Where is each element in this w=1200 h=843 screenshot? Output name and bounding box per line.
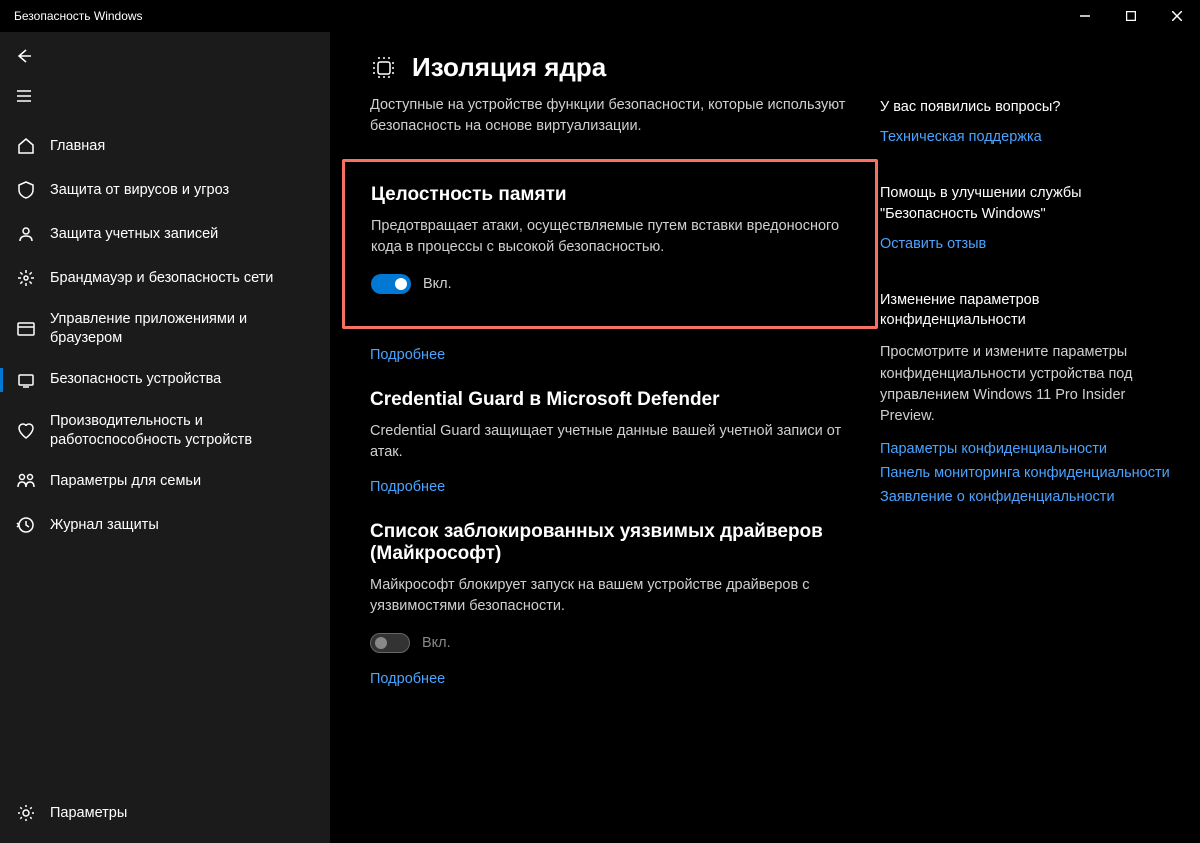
memory-integrity-highlight: Целостность памяти Предотвращает атаки, … (342, 159, 878, 329)
side-heading-improve: Помощь в улучшении службы "Безопасность … (880, 183, 1170, 224)
sidebar-item-label: Главная (50, 137, 105, 156)
driver-blocklist-toggle[interactable] (370, 633, 410, 653)
driver-blocklist-desc: Майкрософт блокирует запуск на вашем уст… (370, 575, 850, 617)
page-title: Изоляция ядра (412, 52, 606, 83)
close-button[interactable] (1154, 0, 1200, 32)
app-browser-icon (16, 319, 36, 339)
sidebar-item-family[interactable]: Параметры для семьи (0, 459, 330, 503)
sidebar-item-settings[interactable]: Параметры (0, 791, 330, 835)
support-link[interactable]: Техническая поддержка (880, 129, 1170, 145)
credential-guard-title: Credential Guard в Microsoft Defender (370, 389, 850, 411)
account-icon (16, 224, 36, 244)
credential-guard-desc: Credential Guard защищает учетные данные… (370, 421, 850, 463)
back-button[interactable] (0, 36, 330, 76)
history-icon (16, 515, 36, 535)
sidebar-item-label: Журнал защиты (50, 516, 159, 535)
sidebar-item-device-security[interactable]: Безопасность устройства (0, 358, 330, 402)
sidebar-item-label: Параметры (50, 804, 127, 823)
privacy-dashboard-link[interactable]: Панель мониторинга конфиденциальности (880, 465, 1170, 481)
side-heading-questions: У вас появились вопросы? (880, 97, 1170, 117)
home-icon (16, 136, 36, 156)
sidebar-item-label: Параметры для семьи (50, 472, 201, 491)
sidebar-item-virus[interactable]: Защита от вирусов и угроз (0, 168, 330, 212)
window-controls (1062, 0, 1200, 32)
sidebar-item-history[interactable]: Журнал защиты (0, 503, 330, 547)
blocklist-learn-more-link[interactable]: Подробнее (370, 671, 850, 687)
shield-icon (16, 180, 36, 200)
sidebar-item-label: Производительность и работоспособность у… (50, 412, 314, 450)
maximize-button[interactable] (1108, 0, 1154, 32)
feedback-link[interactable]: Оставить отзыв (880, 236, 1170, 252)
content-side: У вас появились вопросы? Техническая под… (880, 52, 1170, 843)
titlebar: Безопасность Windows (0, 0, 1200, 32)
gear-icon (16, 803, 36, 823)
sidebar-item-label: Управление приложениями и браузером (50, 310, 314, 348)
memory-integrity-desc: Предотвращает атаки, осуществляемые путе… (371, 216, 849, 258)
driver-blocklist-title: Список заблокированных уязвимых драйверо… (370, 521, 850, 565)
credential-learn-more-link[interactable]: Подробнее (370, 479, 850, 495)
minimize-button[interactable] (1062, 0, 1108, 32)
sidebar-item-label: Брандмауэр и безопасность сети (50, 269, 273, 288)
content-main: Изоляция ядра Доступные на устройстве фу… (370, 52, 880, 843)
device-security-icon (16, 370, 36, 390)
memory-learn-more-link[interactable]: Подробнее (370, 347, 850, 363)
firewall-icon (16, 268, 36, 288)
health-icon (16, 421, 36, 441)
window-title: Безопасность Windows (14, 9, 143, 23)
privacy-settings-link[interactable]: Параметры конфиденциальности (880, 441, 1170, 457)
core-isolation-icon (370, 54, 398, 82)
privacy-desc: Просмотрите и измените параметры конфиде… (880, 342, 1170, 426)
family-icon (16, 471, 36, 491)
sidebar-item-label: Безопасность устройства (50, 370, 221, 389)
sidebar: Главная Защита от вирусов и угроз Защита… (0, 32, 330, 843)
memory-integrity-toggle[interactable] (371, 274, 411, 294)
sidebar-item-account[interactable]: Защита учетных записей (0, 212, 330, 256)
sidebar-item-label: Защита учетных записей (50, 225, 218, 244)
sidebar-item-home[interactable]: Главная (0, 124, 330, 168)
toggle-label: Вкл. (422, 635, 451, 651)
sidebar-item-firewall[interactable]: Брандмауэр и безопасность сети (0, 256, 330, 300)
page-description: Доступные на устройстве функции безопасн… (370, 95, 850, 137)
sidebar-item-app-control[interactable]: Управление приложениями и браузером (0, 300, 330, 358)
memory-integrity-title: Целостность памяти (371, 184, 849, 206)
toggle-label: Вкл. (423, 276, 452, 292)
side-heading-privacy: Изменение параметров конфиденциальности (880, 290, 1170, 331)
privacy-statement-link[interactable]: Заявление о конфиденциальности (880, 489, 1170, 505)
menu-button[interactable] (0, 76, 330, 116)
sidebar-item-performance[interactable]: Производительность и работоспособность у… (0, 402, 330, 460)
sidebar-item-label: Защита от вирусов и угроз (50, 181, 229, 200)
